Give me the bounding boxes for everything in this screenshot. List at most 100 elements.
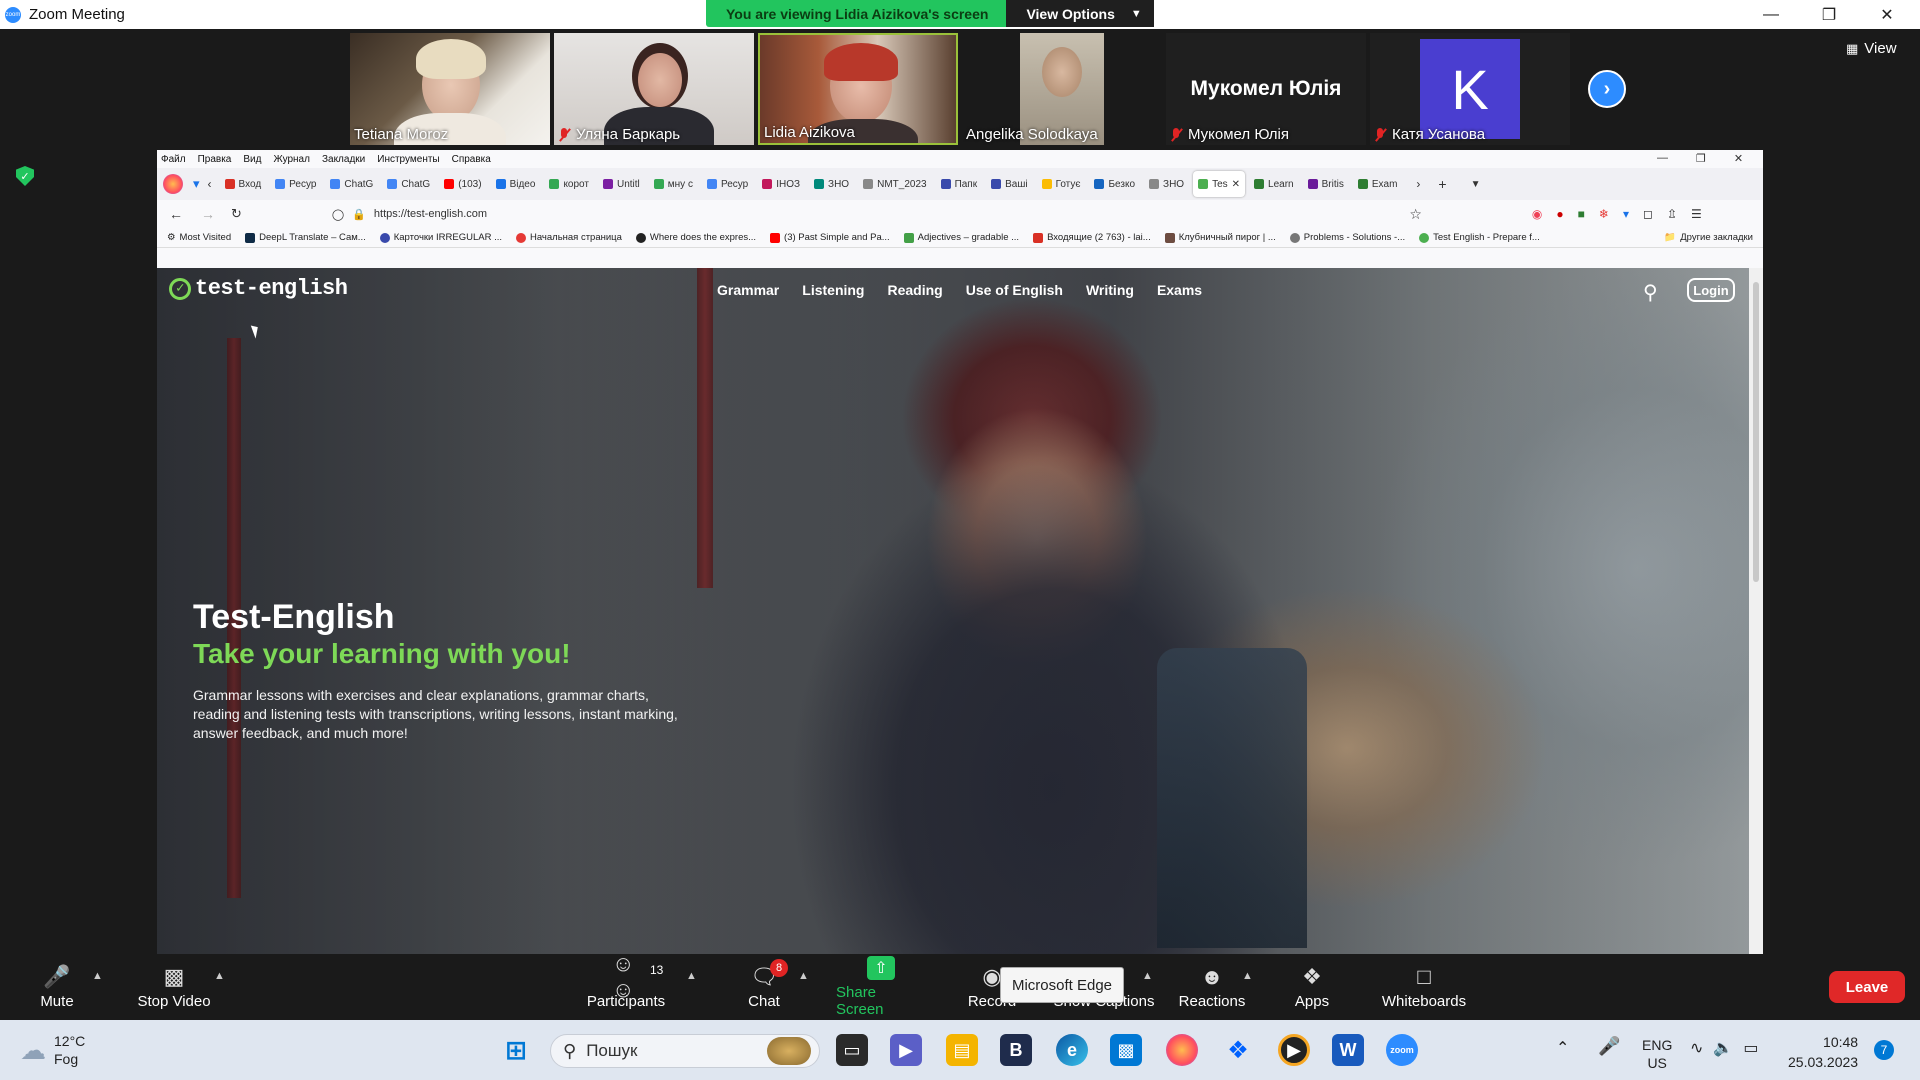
site-logo[interactable]: ✓ test-english [169,276,348,301]
browser-tab[interactable]: NMT_2023 [858,171,931,197]
address-bar[interactable]: ◯ 🔒 https://test-english.com ☆ [332,203,1422,225]
search-icon[interactable]: ⚲ [1643,280,1658,305]
pocket-icon[interactable]: ◉ [1532,207,1542,221]
video-options-chevron-icon[interactable]: ▲ [214,970,225,982]
microphone-in-use-icon[interactable]: 🎤 [1598,1036,1620,1057]
bookmark-item[interactable]: Клубничный пирог | ... [1164,232,1276,243]
menu-item[interactable]: Журнал [273,154,310,165]
extension-icon[interactable]: ❄ [1599,207,1609,221]
browser-tab[interactable]: мну с [649,171,698,197]
browser-restore-button[interactable]: ❐ [1696,152,1706,165]
other-bookmarks[interactable]: 📁 Другие закладки [1664,232,1753,243]
bookmark-item[interactable]: ⚙ Most Visited [167,232,231,243]
encryption-shield-icon[interactable]: ✓ [16,166,34,186]
b-app-icon[interactable]: B [1000,1034,1032,1066]
nav-use-of-english[interactable]: Use of English [966,282,1063,298]
scrollbar-thumb[interactable] [1753,282,1759,582]
extension-icon[interactable]: ▾ [1623,207,1629,221]
menu-item[interactable]: Правка [198,154,232,165]
minimize-button[interactable]: — [1742,0,1800,29]
pocket-tab-icon[interactable]: ▾ [193,176,200,192]
browser-tab[interactable]: Untitl [598,171,645,197]
browser-tab[interactable]: ChatG [382,171,435,197]
edge-icon[interactable]: e [1056,1034,1088,1066]
browser-tab[interactable]: Britis [1303,171,1349,197]
apps-button[interactable]: ❖ Apps [1292,954,1332,1020]
mute-button[interactable]: 🎤 Mute [36,954,78,1020]
video-tile[interactable]: Angelika Solodkaya [962,33,1162,145]
participants-options-chevron-icon[interactable]: ▲ [686,970,697,982]
back-icon[interactable]: ← [169,206,183,222]
bookmark-item[interactable]: (3) Past Simple and Pa... [770,232,890,243]
whiteboards-button[interactable]: □ Whiteboards [1380,954,1468,1020]
chat-button[interactable]: 🗨 8 Chat [746,954,788,1020]
video-tile[interactable]: K Катя Усанова [1370,33,1570,145]
bookmark-star-icon[interactable]: ☆ [1409,206,1422,223]
microsoft-store-icon[interactable]: ▩ [1110,1034,1142,1066]
extension-icon[interactable]: ■ [1578,207,1585,221]
bookmark-item[interactable]: Where does the expres... [635,232,756,243]
video-tile[interactable]: Tetiana Moroz [350,33,550,145]
browser-tab[interactable]: Exam [1353,171,1403,197]
nav-exams[interactable]: Exams [1157,282,1202,298]
video-tile[interactable]: Уляна Баркарь [554,33,754,145]
share-screen-button[interactable]: ⇧ Share Screen [836,954,926,1020]
reload-icon[interactable]: ↻ [231,206,242,222]
bookmark-item[interactable]: Adjectives – gradable ... [903,232,1019,243]
bookmark-item[interactable]: Карточки IRREGULAR ... [379,232,502,243]
tab-close-icon[interactable]: ✕ [1232,179,1240,190]
browser-tab[interactable]: Learn [1249,171,1299,197]
new-tab-icon[interactable]: + [1438,176,1446,192]
language-indicator[interactable]: ENG US [1642,1036,1672,1072]
menu-item[interactable]: Вид [243,154,261,165]
firefox-icon[interactable] [1166,1034,1198,1066]
captions-options-chevron-icon[interactable]: ▲ [1142,970,1153,982]
chat-options-chevron-icon[interactable]: ▲ [798,970,809,982]
reactions-button[interactable]: ☻ Reactions [1178,954,1246,1020]
login-button[interactable]: Login [1687,278,1735,302]
notifications-badge[interactable]: 7 [1874,1040,1894,1060]
clock[interactable]: 10:48 25.03.2023 [1788,1032,1858,1072]
close-button[interactable]: ✕ [1858,0,1916,29]
bookmark-item[interactable]: Test English - Prepare f... [1419,232,1540,243]
nav-listening[interactable]: Listening [802,282,864,298]
page-scrollbar[interactable] [1749,268,1763,954]
browser-tab[interactable]: ІНОЗ [757,171,805,197]
view-options-button[interactable]: View Options ▼ [1006,0,1154,27]
menu-item[interactable]: Справка [452,154,491,165]
show-hidden-icons-chevron-icon[interactable]: ⌃ [1556,1038,1569,1058]
extensions-puzzle-icon[interactable]: ◻ [1643,207,1653,221]
system-tray[interactable]: ∿ 🔈 ▭ [1690,1038,1758,1058]
task-view-icon[interactable]: ▭ [836,1034,868,1066]
menu-item[interactable]: Закладки [322,154,365,165]
url-text[interactable]: https://test-english.com [374,208,487,220]
windows-start-icon[interactable]: ⊞ [500,1034,532,1066]
browser-tab[interactable]: Готує [1037,171,1086,197]
browser-tab[interactable]: Ваші [986,171,1032,197]
audio-options-chevron-icon[interactable]: ▲ [92,970,103,982]
browser-tab[interactable]: ChatG [325,171,378,197]
participants-button[interactable]: ☺☺ 13 Participants [580,951,672,1020]
scroll-tabs-right-icon[interactable]: › [1416,177,1420,191]
browser-tab[interactable]: ЗНО [809,171,854,197]
menu-item[interactable]: Инструменты [377,154,439,165]
browser-minimize-button[interactable]: — [1657,152,1668,165]
firefox-view-icon[interactable] [163,174,183,194]
nav-reading[interactable]: Reading [888,282,943,298]
browser-tab[interactable]: Вход [220,171,267,197]
browser-tab[interactable]: (103) [439,171,486,197]
browser-tab-active[interactable]: Tes ✕ [1193,171,1246,197]
weather-widget[interactable]: ☁ 12°C Fog [20,1032,85,1068]
bookmark-item[interactable]: Входящие (2 763) - lai... [1033,232,1151,243]
browser-tab[interactable]: корот [544,171,594,197]
bookmark-item[interactable]: DeepL Translate – Сам... [245,232,366,243]
scroll-tabs-left-icon[interactable]: ‹ [208,177,212,191]
browser-tab[interactable]: Ресур [270,171,321,197]
reactions-options-chevron-icon[interactable]: ▲ [1242,970,1253,982]
list-tabs-icon[interactable]: ▼ [1471,179,1481,190]
file-explorer-icon[interactable]: ▤ [946,1034,978,1066]
nav-writing[interactable]: Writing [1086,282,1134,298]
dropbox-icon[interactable]: ❖ [1222,1034,1254,1066]
media-player-icon[interactable]: ▶ [1278,1034,1310,1066]
video-tile[interactable]: Мукомел Юлія Мукомел Юлія [1166,33,1366,145]
